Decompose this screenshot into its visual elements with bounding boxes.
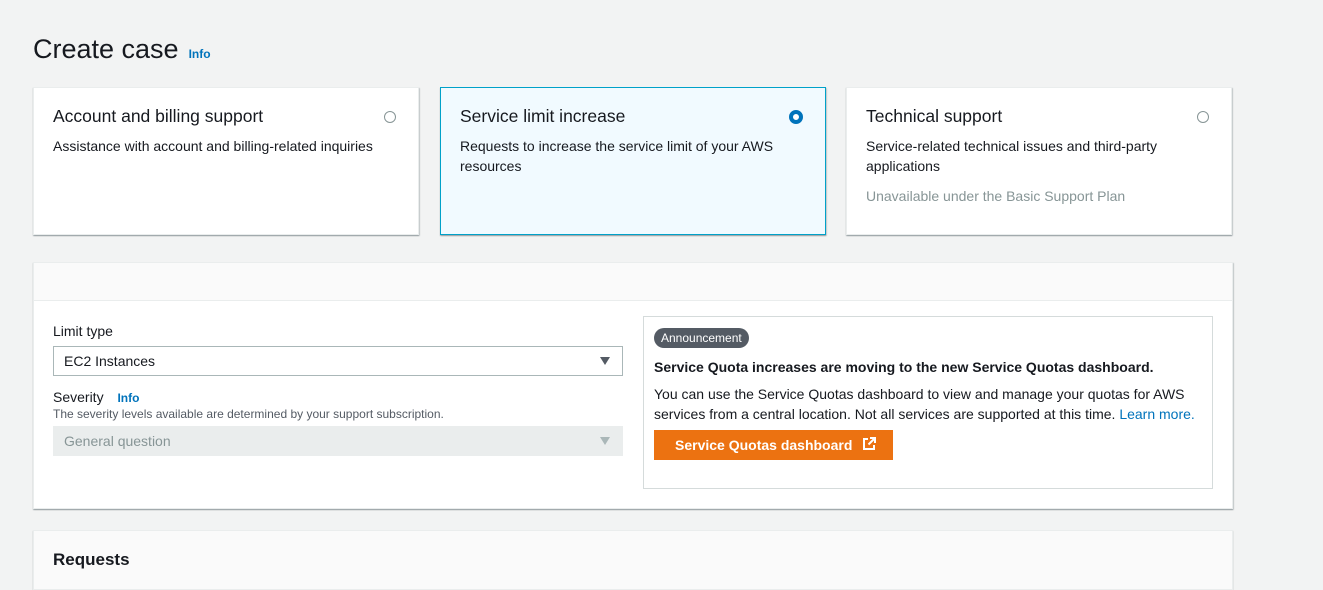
case-type-description: Assistance with account and billing-rela…: [53, 138, 373, 154]
learn-more-link[interactable]: Learn more.: [1119, 406, 1194, 422]
announcement-text: You can use the Service Quotas dashboard…: [654, 386, 1185, 422]
announcement-title: Service Quota increases are moving to th…: [654, 359, 1154, 375]
case-type-description: Service-related technical issues and thi…: [866, 138, 1158, 174]
page-title-text: Create case: [33, 34, 179, 64]
service-quotas-dashboard-button[interactable]: Service Quotas dashboard: [654, 430, 894, 460]
limit-type-select[interactable]: EC2 Instances: [53, 346, 623, 376]
case-type-unavailable-note: Unavailable under the Basic Support Plan: [866, 188, 1126, 204]
caret-down-icon: [600, 437, 610, 445]
severity-value: General question: [64, 433, 171, 449]
button-label: Service Quotas dashboard: [675, 437, 853, 453]
case-type-title: Account and billing support: [53, 106, 264, 126]
panel-header: [34, 263, 1232, 301]
radio-service-limit[interactable]: [789, 110, 803, 124]
case-details-panel: Limit type EC2 Instances Severity Info T…: [33, 262, 1233, 509]
case-type-description: Requests to increase the service limit o…: [460, 138, 774, 174]
case-type-title: Service limit increase: [460, 106, 626, 126]
radio-account-billing[interactable]: [384, 111, 396, 123]
limit-type-label: Limit type: [53, 323, 113, 339]
announcement-body: You can use the Service Quotas dashboard…: [654, 384, 1202, 424]
severity-label: Severity: [53, 389, 104, 405]
limit-type-value: EC2 Instances: [64, 353, 156, 369]
case-type-account-billing[interactable]: Account and billing support Assistance w…: [33, 87, 419, 235]
requests-panel: Requests: [33, 530, 1233, 590]
radio-technical[interactable]: [1197, 111, 1209, 123]
severity-select: General question: [53, 426, 623, 456]
case-type-service-limit[interactable]: Service limit increase Requests to incre…: [440, 87, 826, 235]
info-link[interactable]: Info: [189, 47, 211, 61]
severity-info-link[interactable]: Info: [117, 391, 139, 405]
case-type-technical[interactable]: Technical support Service-related techni…: [846, 87, 1232, 235]
announcement-badge: Announcement: [654, 328, 749, 348]
severity-label-row: Severity Info: [53, 389, 139, 405]
external-link-icon: [862, 436, 877, 454]
requests-title: Requests: [53, 550, 130, 569]
severity-description: The severity levels available are determ…: [53, 407, 444, 421]
page-title: Create case Info: [33, 34, 211, 65]
caret-down-icon: [600, 357, 610, 365]
announcement-box: Announcement Service Quota increases are…: [643, 316, 1213, 489]
case-type-title: Technical support: [866, 106, 1003, 126]
